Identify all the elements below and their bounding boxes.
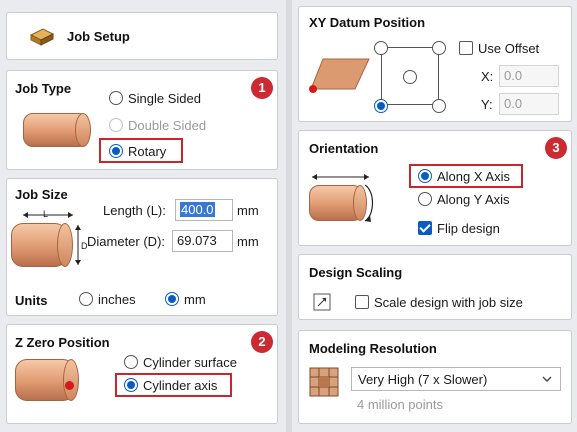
resolution-hint: 4 million points <box>357 397 443 412</box>
design-scaling-title: Design Scaling <box>309 265 403 280</box>
length-input[interactable]: 400.0 <box>175 199 233 221</box>
job-size-title: Job Size <box>15 187 68 202</box>
job-setup-header: Job Setup <box>6 12 278 60</box>
datum-sheet-image <box>309 58 370 93</box>
step-badge-2: 2 <box>251 331 273 353</box>
resolution-grid-icon <box>309 367 339 397</box>
scale-icon <box>313 293 331 311</box>
job-type-panel: Job Type 1 Single Sided Double Sided Rot… <box>6 70 278 170</box>
datum-bottom-right[interactable] <box>432 99 446 113</box>
units-mm-label[interactable]: mm <box>184 292 206 307</box>
offset-y-label: Y: <box>481 97 493 112</box>
scale-with-job-label[interactable]: Scale design with job size <box>374 295 523 310</box>
cylinder-axis-radio[interactable] <box>124 378 138 392</box>
design-scaling-panel: Design Scaling Scale design with job siz… <box>298 254 572 320</box>
chevron-down-icon <box>542 376 552 382</box>
double-sided-label[interactable]: Double Sided <box>128 118 206 133</box>
datum-center[interactable] <box>403 70 417 84</box>
job-setup-title: Job Setup <box>67 29 130 44</box>
xy-datum-title: XY Datum Position <box>309 15 426 30</box>
along-x-label[interactable]: Along X Axis <box>437 169 510 184</box>
offset-y-input[interactable]: 0.0 <box>499 93 559 115</box>
flip-design-label[interactable]: Flip design <box>437 221 500 236</box>
cylinder-axis-label[interactable]: Cylinder axis <box>143 378 217 393</box>
length-unit: mm <box>237 203 259 218</box>
use-offset-checkbox[interactable] <box>459 41 473 55</box>
resolution-dropdown[interactable]: Very High (7 x Slower) <box>351 367 561 391</box>
along-y-label[interactable]: Along Y Axis <box>437 192 510 207</box>
orientation-title: Orientation <box>309 141 379 156</box>
cylinder-surface-radio[interactable] <box>124 355 138 369</box>
units-mm-radio[interactable] <box>165 292 179 306</box>
flip-design-checkbox[interactable] <box>418 221 432 235</box>
cylinder-surface-label[interactable]: Cylinder surface <box>143 355 237 370</box>
column-divider <box>286 0 292 432</box>
offset-x-label: X: <box>481 69 494 84</box>
length-label: Length (L): <box>103 203 166 218</box>
orientation-panel: Orientation 3 Along X Axis Along Y Axis … <box>298 130 572 246</box>
step-badge-1: 1 <box>251 77 273 99</box>
along-x-radio[interactable] <box>418 169 432 183</box>
double-sided-radio[interactable] <box>109 118 123 132</box>
units-inches-radio[interactable] <box>79 292 93 306</box>
diameter-label: Diameter (D): <box>87 234 166 249</box>
modeling-resolution-panel: Modeling Resolution Very High (7 x Slowe… <box>298 330 572 424</box>
single-sided-radio[interactable] <box>109 91 123 105</box>
diagram-length-letter: L <box>43 209 49 219</box>
datum-bottom-left[interactable] <box>374 99 388 113</box>
diameter-input[interactable]: 69.073 <box>172 230 233 252</box>
z-zero-panel: Z Zero Position 2 Cylinder surface Cylin… <box>6 324 278 424</box>
job-type-title: Job Type <box>15 81 72 96</box>
rotary-label[interactable]: Rotary <box>128 144 166 159</box>
scale-with-job-checkbox[interactable] <box>355 295 369 309</box>
rotary-radio[interactable] <box>109 144 123 158</box>
datum-top-right[interactable] <box>432 41 446 55</box>
job-setup-icon <box>29 28 55 46</box>
along-y-radio[interactable] <box>418 192 432 206</box>
units-inches-label[interactable]: inches <box>98 292 136 307</box>
job-size-panel: Job Size L D Length (L): 400.0 mm Diamet… <box>6 178 278 316</box>
xy-datum-panel: XY Datum Position Use Offset X: 0.0 Y: 0… <box>298 6 572 122</box>
step-badge-3: 3 <box>545 137 567 159</box>
offset-x-input[interactable]: 0.0 <box>499 65 559 87</box>
diameter-unit: mm <box>237 234 259 249</box>
single-sided-label[interactable]: Single Sided <box>128 91 201 106</box>
modeling-resolution-title: Modeling Resolution <box>309 341 437 356</box>
z-zero-title: Z Zero Position <box>15 335 110 350</box>
use-offset-label[interactable]: Use Offset <box>478 41 539 56</box>
datum-top-left[interactable] <box>374 41 388 55</box>
resolution-selected: Very High (7 x Slower) <box>358 372 488 387</box>
units-label: Units <box>15 293 48 308</box>
